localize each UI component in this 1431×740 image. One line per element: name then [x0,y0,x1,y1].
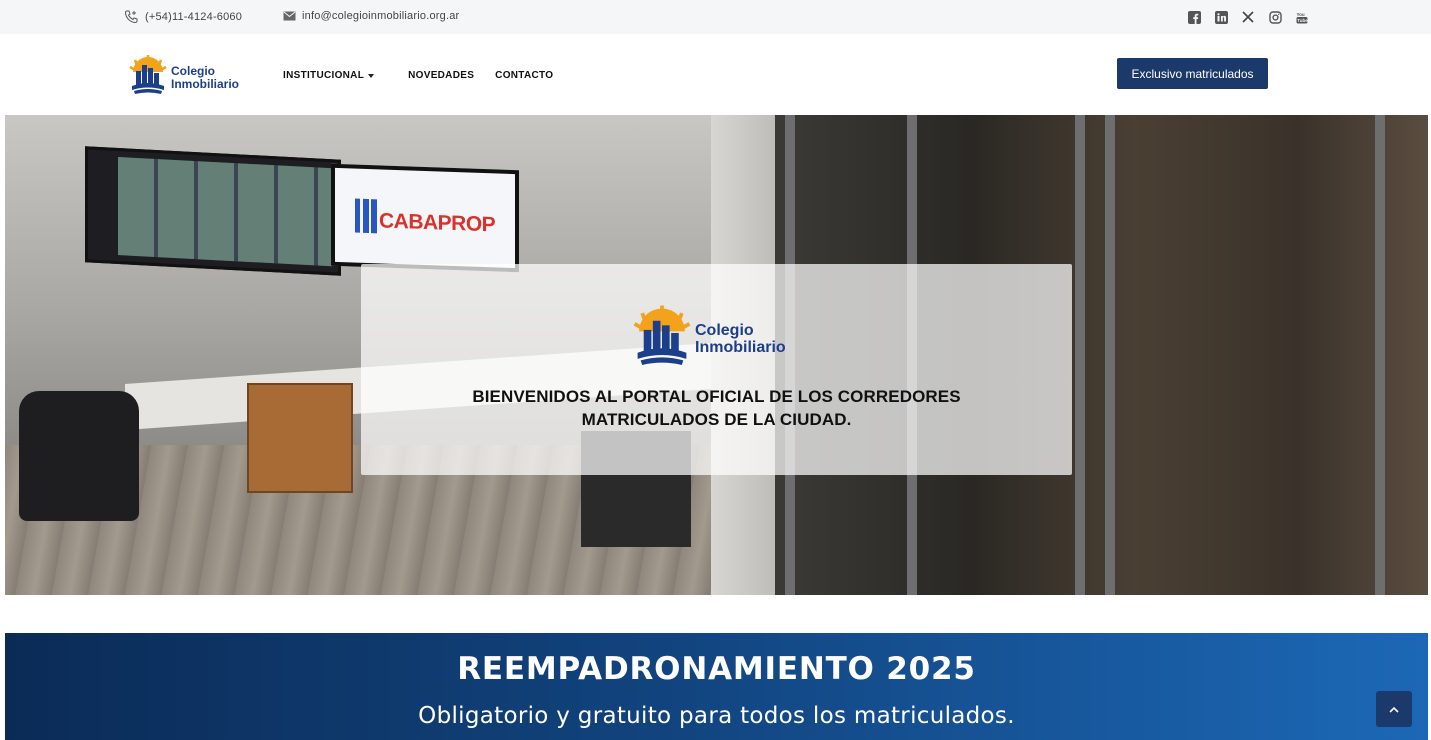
nav-item-label: CONTACTO [495,70,554,81]
chevron-up-icon [1389,700,1399,718]
svg-text:You: You [1297,12,1305,17]
email-contact[interactable]: info@colegioinmobiliario.org.ar [283,10,459,22]
site-logo[interactable]: Colegio Inmobiliario [129,54,239,101]
hero-logo-text: Colegio Inmobiliario [695,322,786,356]
x-icon[interactable] [1241,10,1255,24]
nav-item-label: NOVEDADES [408,70,475,81]
hero-headline-line-2: MATRICULADOS DE LA CIUDAD. [581,410,852,429]
hero-headline: BIENVENIDOS AL PORTAL OFICIAL DE LOS COR… [361,385,1072,431]
office-chair [19,391,139,521]
monitor-brand: CABAPROP [331,163,519,273]
nav-item-novedades[interactable]: NOVEDADES [408,70,474,81]
reempadronamiento-banner[interactable]: REEMPADRONAMIENTO 2025 Obligatorio y gra… [5,633,1428,740]
youtube-icon[interactable]: You Tube [1295,10,1309,24]
instagram-icon[interactable] [1268,10,1282,24]
svg-text:Tube: Tube [1297,18,1308,23]
scroll-to-top-button[interactable] [1376,691,1412,727]
logo-emblem-icon [633,304,691,373]
nav-item-contacto[interactable]: CONTACTO [495,70,553,81]
main-navbar: Colegio Inmobiliario INSTITUCIONAL NOVED… [5,34,1428,115]
hero-headline-line-1: BIENVENIDOS AL PORTAL OFICIAL DE LOS COR… [472,387,961,406]
screen-brand-text: CABAPROP [379,209,496,237]
drawer-cabinet [247,383,353,493]
top-contact-bar: (+54)11-4124-6060 info@colegioinmobiliar… [0,0,1431,34]
linkedin-icon[interactable] [1214,10,1228,24]
phone-icon [124,10,139,23]
hero-welcome-panel: Colegio Inmobiliario BIENVENIDOS AL PORT… [361,264,1072,475]
facebook-icon[interactable] [1187,10,1201,24]
phone-contact[interactable]: (+54)11-4124-6060 [124,10,242,23]
logo-text: Colegio Inmobiliario [171,63,240,91]
envelope-icon [283,11,296,21]
email-address: info@colegioinmobiliario.org.ar [302,10,460,22]
nav-menu: INSTITUCIONAL NOVEDADES CONTACTO [283,70,553,81]
hero-logo: Colegio Inmobiliario [633,304,786,373]
logo-emblem-icon [129,54,167,101]
logo-line-1: Colegio [695,321,754,339]
nav-item-institucional[interactable]: INSTITUCIONAL [283,70,375,81]
banner-title: REEMPADRONAMIENTO 2025 [457,651,976,687]
caret-down-icon [368,73,375,78]
nav-item-label: INSTITUCIONAL [283,70,365,81]
social-links: You Tube [1187,10,1309,24]
monitor-cameras [85,146,341,276]
members-only-button[interactable]: Exclusivo matriculados [1117,58,1268,89]
logo-line-2: Inmobiliario [171,76,240,91]
logo-line-2: Inmobiliario [695,338,786,356]
banner-subtitle: Obligatorio y gratuito para todos los ma… [418,703,1015,729]
logo-line-1: Colegio [171,63,215,78]
phone-number: (+54)11-4124-6060 [145,10,243,23]
brand-buildings-icon [355,198,377,234]
